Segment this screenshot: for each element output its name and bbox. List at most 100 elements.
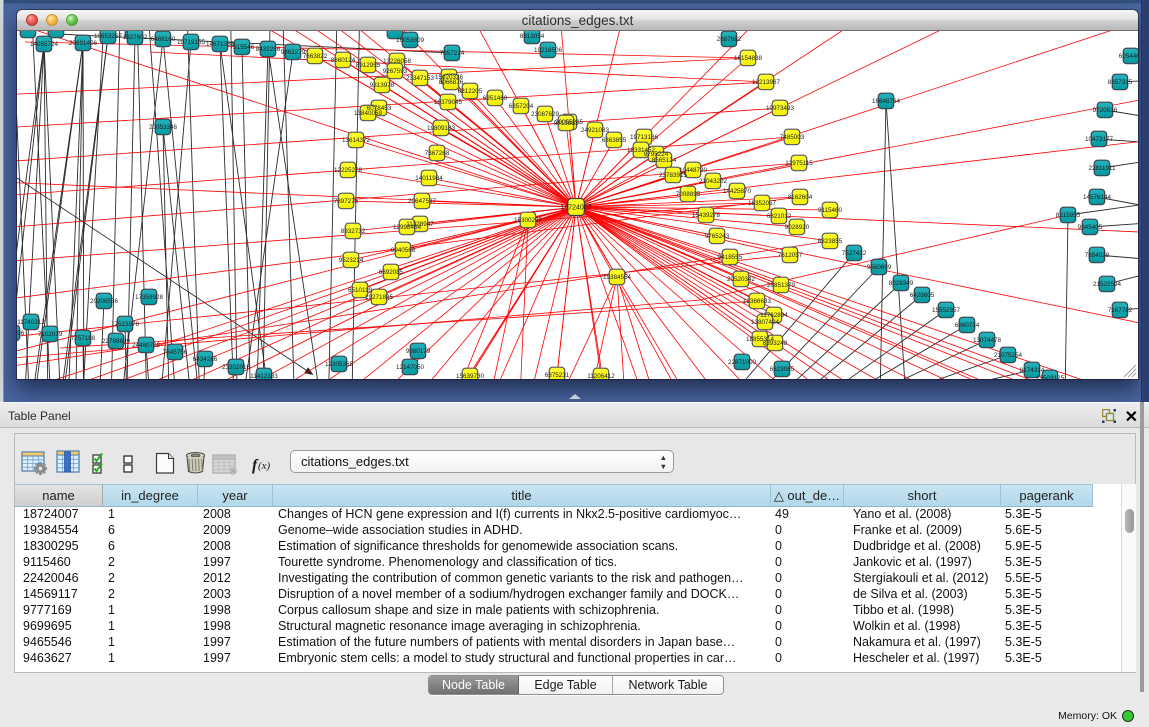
svg-text:19379045: 19379045 [434,99,463,106]
svg-text:23302016: 23302016 [222,364,251,371]
svg-text:6050596: 6050596 [17,330,25,337]
svg-text:1327602: 1327602 [123,34,148,41]
svg-text:22871000: 22871000 [728,359,757,366]
svg-text:13074478: 13074478 [973,337,1002,344]
svg-text:8162604: 8162604 [788,194,813,201]
svg-text:8857315: 8857315 [1108,79,1133,86]
svg-text:15639730: 15639730 [456,373,485,379]
svg-text:17359928: 17359928 [135,294,164,301]
svg-text:7515546: 7515546 [230,44,255,51]
svg-text:8066876: 8066876 [439,79,464,86]
svg-text:13840059: 13840059 [354,110,383,117]
svg-text:23087629: 23087629 [531,111,560,118]
svg-text:6466160: 6466160 [151,36,176,43]
svg-text:6860734: 6860734 [955,322,980,329]
svg-text:11740312: 11740312 [17,319,45,326]
svg-text:13614372: 13614372 [342,137,371,144]
svg-text:7884028: 7884028 [1085,252,1110,259]
svg-text:21043202: 21043202 [699,178,728,185]
svg-text:14011984: 14011984 [415,175,443,182]
svg-text:7102039: 7102039 [38,331,63,338]
svg-text:9560699: 9560699 [867,264,892,271]
svg-text:13226058: 13226058 [383,58,412,65]
svg-text:20851379: 20851379 [767,282,796,289]
svg-text:8432256: 8432256 [256,46,281,53]
svg-text:7897275: 7897275 [334,198,359,205]
svg-text:6821012: 6821012 [767,213,792,220]
svg-text:12147050: 12147050 [396,364,425,371]
svg-text:7857224: 7857224 [440,50,465,57]
svg-text:9720516: 9720516 [1093,107,1118,114]
svg-text:9418555: 9418555 [718,254,743,261]
svg-text:7527412: 7527412 [842,250,867,257]
svg-text:9980179: 9980179 [406,348,431,355]
svg-text:10653267: 10653267 [94,33,123,40]
svg-text:22788699: 22788699 [102,338,131,345]
svg-text:20053346: 20053346 [149,124,178,131]
svg-text:13807404: 13807404 [751,319,780,326]
svg-text:19218506: 19218506 [534,47,563,54]
svg-text:6375231: 6375231 [545,372,570,379]
svg-text:7757188: 7757188 [71,335,96,342]
svg-text:15439278: 15439278 [692,212,721,219]
svg-text:19809133: 19809133 [427,125,456,132]
svg-text:18352057: 18352057 [748,200,777,207]
svg-text:6892085: 6892085 [379,269,404,276]
svg-text:10973493: 10973493 [766,105,795,112]
svg-text:20691406: 20691406 [69,40,98,47]
svg-text:7612057: 7612057 [778,252,803,259]
svg-text:6623065: 6623065 [770,366,795,373]
svg-text:8215955: 8215955 [1056,212,1081,219]
svg-text:12975115: 12975115 [785,160,813,167]
svg-text:15552357: 15552357 [932,307,961,314]
svg-text:6857204: 6857204 [509,103,534,110]
svg-text:20520342: 20520342 [727,276,756,283]
svg-text:20647537: 20647537 [408,198,437,205]
svg-text:21075254: 21075254 [994,352,1023,359]
svg-text:7167782: 7167782 [1108,307,1133,314]
svg-text:18724007: 18724007 [560,205,591,212]
svg-text:2687682: 2687682 [717,36,742,43]
svg-text:12998484: 12998484 [393,224,422,231]
svg-text:13503125: 13503125 [1036,375,1065,379]
svg-text:7008895: 7008895 [676,191,701,198]
svg-text:8174314: 8174314 [1020,367,1045,374]
svg-text:16648764: 16648764 [872,98,901,105]
svg-text:8660124: 8660124 [331,57,356,64]
svg-text:6812205: 6812205 [458,88,483,95]
svg-text:9313978: 9313978 [370,82,395,89]
svg-text:16053809: 16053809 [396,37,425,44]
svg-text:8912955: 8912955 [356,62,381,69]
svg-text:9028920: 9028920 [785,224,810,231]
svg-text:22811911: 22811911 [1088,165,1116,172]
svg-text:19713186: 19713186 [630,134,659,141]
svg-text:14425870: 14425870 [723,188,752,195]
svg-text:9115460: 9115460 [818,207,843,214]
svg-text:7663822: 7663822 [303,53,328,60]
svg-text:16154838: 16154838 [734,55,763,62]
svg-text:6510119: 6510119 [348,287,373,294]
svg-text:8565124: 8565124 [652,157,677,164]
svg-text:6254466: 6254466 [1119,53,1138,60]
svg-text:6428605: 6428605 [910,292,935,299]
svg-text:11206412: 11206412 [587,373,615,379]
svg-text:12305365: 12305365 [325,361,354,368]
svg-text:12225278: 12225278 [334,167,363,174]
svg-text:8029349: 8029349 [889,280,914,287]
svg-text:9815881: 9815881 [554,120,579,127]
svg-text:9845405: 9845405 [1078,224,1103,231]
svg-text:10448720: 10448720 [679,167,708,174]
svg-text:12366633: 12366633 [743,298,772,305]
svg-text:6363855: 6363855 [602,137,627,144]
svg-text:9523214: 9523214 [339,257,364,264]
svg-text:14055724: 14055724 [30,41,59,48]
svg-text:24480708: 24480708 [132,342,161,349]
svg-text:6434266: 6434266 [193,356,218,363]
svg-text:20206556: 20206556 [90,298,119,305]
svg-text:11412383: 11412383 [250,373,278,379]
svg-text:8932732: 8932732 [341,228,366,235]
svg-text:7645756: 7645756 [163,349,188,356]
svg-text:19384554: 19384554 [603,274,632,281]
svg-text:8323855: 8323855 [818,238,843,245]
svg-text:12213967: 12213967 [752,79,781,86]
